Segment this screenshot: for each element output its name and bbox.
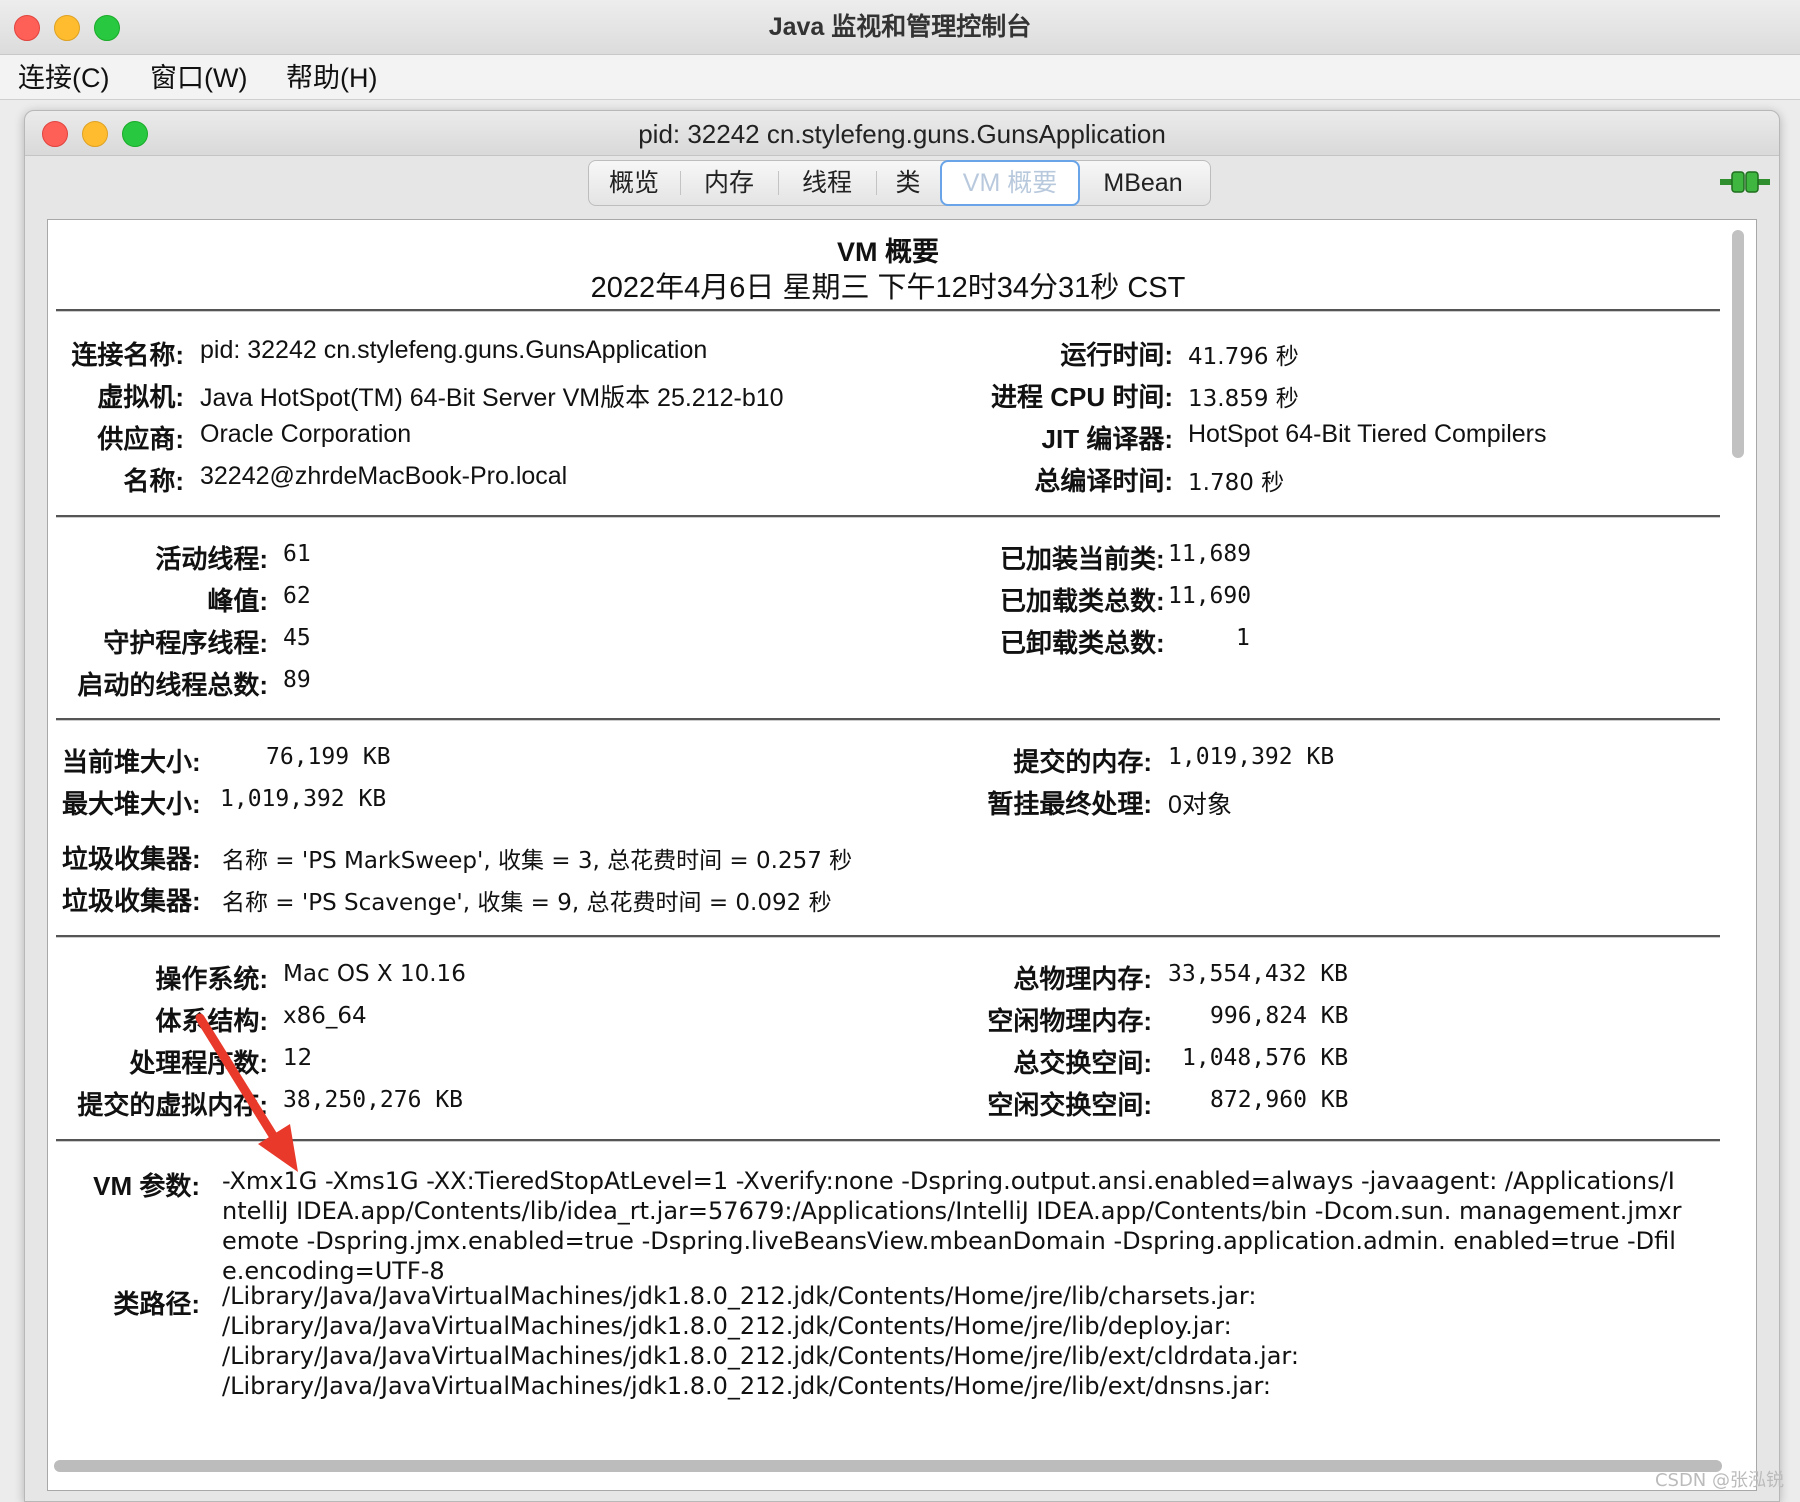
peak-threads-label: 峰值: <box>207 586 268 616</box>
jit-compiler-value: HotSpot 64-Bit Tiered Compilers <box>1188 420 1547 448</box>
total-swap-space-value: 1,048,576 KB <box>1182 1045 1349 1071</box>
menu-connect[interactable]: 连接(C) <box>18 55 109 99</box>
current-loaded-classes-value: 11,689 <box>1168 541 1252 567</box>
vertical-scrollbar-thumb[interactable] <box>1732 230 1744 458</box>
free-swap-space-value: 872,960 KB <box>1210 1087 1349 1113</box>
app-title: Java 监视和管理控制台 <box>768 13 1032 41</box>
jit-compiler-label: JIT 编译器: <box>1041 424 1173 454</box>
name-value: 32242@zhrdeMacBook-Pro.local <box>200 462 568 490</box>
gc-label: 垃圾收集器: <box>62 886 201 916</box>
live-threads-value: 61 <box>283 541 311 567</box>
frame-title: pid: 32242 cn.stylefeng.guns.GunsApplica… <box>638 119 1166 149</box>
peak-threads-value: 62 <box>283 583 311 609</box>
current-heap-size-label: 当前堆大小: <box>62 747 201 777</box>
tab-mbean[interactable]: MBean <box>1079 161 1207 205</box>
total-unloaded-classes-label: 已卸载类总数: <box>1000 628 1165 658</box>
max-heap-size-label: 最大堆大小: <box>62 789 201 819</box>
process-cpu-time-label: 进程 CPU 时间: <box>990 382 1173 412</box>
vendor-value: Oracle Corporation <box>200 420 412 448</box>
horizontal-scrollbar-thumb[interactable] <box>54 1460 1722 1472</box>
current-loaded-classes-label: 已加装当前类: <box>1000 544 1165 574</box>
menu-help[interactable]: 帮助(H) <box>286 55 377 99</box>
free-swap-space-label: 空闲交换空间: <box>987 1090 1152 1120</box>
gc-label: 垃圾收集器: <box>62 844 201 874</box>
connection-name-label: 连接名称: <box>71 340 184 370</box>
section-divider <box>56 309 1720 312</box>
committed-memory-label: 提交的内存: <box>1013 747 1152 777</box>
total-physical-memory-value: 33,554,432 KB <box>1168 961 1349 987</box>
tab-bar: 概览 内存 线程 类 VM 概要 MBean <box>588 160 1211 206</box>
free-physical-memory-label: 空闲物理内存: <box>987 1006 1152 1036</box>
menu-window[interactable]: 窗口(W) <box>150 55 247 99</box>
vendor-label: 供应商: <box>97 424 184 454</box>
internal-frame: pid: 32242 cn.stylefeng.guns.GunsApplica… <box>24 110 1780 1502</box>
committed-memory-value: 1,019,392 KB <box>1168 744 1335 770</box>
live-threads-label: 活动线程: <box>155 544 268 574</box>
classpath-label: 类路径: <box>113 1289 200 1319</box>
app-titlebar: Java 监视和管理控制台 <box>0 0 1800 55</box>
menubar: 连接(C) 窗口(W) 帮助(H) <box>0 55 1800 100</box>
connection-name-value: pid: 32242 cn.stylefeng.guns.GunsApplica… <box>200 336 708 364</box>
total-compile-time-value: 1.780 秒 <box>1188 470 1285 496</box>
summary-scroll-area[interactable]: VM 概要 2022年4月6日 星期三 下午12时34分31秒 CST 连接名称… <box>48 220 1728 1448</box>
total-compile-time-label: 总编译时间: <box>1034 466 1173 496</box>
tab-threads[interactable]: 线程 <box>779 161 875 205</box>
daemon-threads-label: 守护程序线程: <box>103 628 268 658</box>
gc-marksweep-value: 名称 = 'PS MarkSweep', 收集 = 3, 总花费时间 = 0.2… <box>222 848 853 874</box>
process-cpu-time-value: 13.859 秒 <box>1188 386 1299 412</box>
classpath-entry: /Library/Java/JavaVirtualMachines/jdk1.8… <box>222 1282 1257 1310</box>
name-label: 名称: <box>123 466 184 496</box>
tab-classes[interactable]: 类 <box>877 161 939 205</box>
tab-overview[interactable]: 概览 <box>589 161 679 205</box>
summary-datetime: 2022年4月6日 星期三 下午12时34分31秒 CST <box>590 272 1186 304</box>
total-loaded-classes-label: 已加载类总数: <box>1000 586 1165 616</box>
classpath-entry: /Library/Java/JavaVirtualMachines/jdk1.8… <box>222 1342 1299 1370</box>
tab-vm-summary[interactable]: VM 概要 <box>940 160 1080 206</box>
internal-frame-titlebar: pid: 32242 cn.stylefeng.guns.GunsApplica… <box>25 111 1779 156</box>
vm-value: Java HotSpot(TM) 64-Bit Server VM版本 25.2… <box>200 384 784 412</box>
vm-label: 虚拟机: <box>97 382 184 412</box>
total-unloaded-classes-value: 1 <box>1236 625 1250 651</box>
total-swap-space-label: 总交换空间: <box>1013 1048 1152 1078</box>
pending-finalization-label: 暂挂最终处理: <box>987 789 1152 819</box>
watermark: CSDN @张泓锐 <box>1654 1470 1784 1491</box>
section-divider <box>56 515 1720 518</box>
uptime-value: 41.796 秒 <box>1188 344 1299 370</box>
committed-virtual-memory-value: 38,250,276 KB <box>283 1087 464 1113</box>
section-divider <box>56 718 1720 721</box>
vm-args-label: VM 参数: <box>93 1171 200 1201</box>
classpath-entry: /Library/Java/JavaVirtualMachines/jdk1.8… <box>222 1312 1232 1340</box>
total-started-threads-value: 89 <box>283 667 311 693</box>
uptime-label: 运行时间: <box>1060 340 1173 370</box>
section-divider <box>56 935 1720 938</box>
total-started-threads-label: 启动的线程总数: <box>77 670 268 700</box>
gc-scavenge-value: 名称 = 'PS Scavenge', 收集 = 9, 总花费时间 = 0.09… <box>222 890 832 916</box>
vm-args-value: -Xmx1G -Xms1G -XX:TieredStopAtLevel=1 -X… <box>222 1167 1682 1285</box>
connection-status-icon <box>1720 171 1770 193</box>
os-label: 操作系统: <box>155 964 268 994</box>
tab-memory[interactable]: 内存 <box>681 161 777 205</box>
total-physical-memory-label: 总物理内存: <box>1013 964 1152 994</box>
vm-summary-panel: VM 概要 2022年4月6日 星期三 下午12时34分31秒 CST 连接名称… <box>47 219 1757 1491</box>
current-heap-size-value: 76,199 KB <box>266 744 391 770</box>
free-physical-memory-value: 996,824 KB <box>1210 1003 1349 1029</box>
pending-finalization-value: 0对象 <box>1168 791 1232 819</box>
classpath-entry: /Library/Java/JavaVirtualMachines/jdk1.8… <box>222 1372 1271 1400</box>
vertical-scrollbar[interactable] <box>1730 228 1746 1458</box>
daemon-threads-value: 45 <box>283 625 311 651</box>
os-value: Mac OS X 10.16 <box>283 961 466 987</box>
max-heap-size-value: 1,019,392 KB <box>220 786 387 812</box>
total-loaded-classes-value: 11,690 <box>1168 583 1252 609</box>
red-arrow-icon <box>195 1013 298 1172</box>
horizontal-scrollbar[interactable] <box>54 1456 1722 1474</box>
